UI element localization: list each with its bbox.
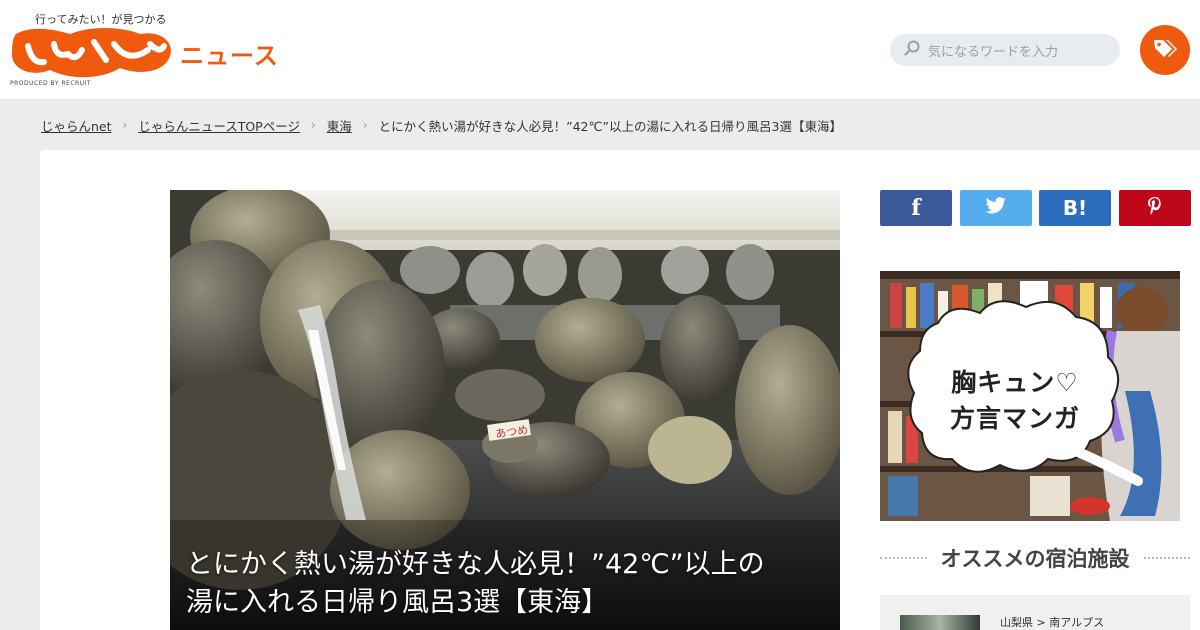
tags-button[interactable] — [1140, 25, 1190, 75]
chevron-right-icon: › — [310, 118, 316, 132]
chevron-right-icon: › — [122, 118, 128, 132]
hatena-icon: B! — [1062, 196, 1088, 220]
breadcrumb-current: とにかく熱い湯が好きな人必見！”42℃”以上の湯に入れる日帰り風呂3選【東海】 — [378, 118, 842, 134]
recommended-lodging-heading: オススメの宿泊施設 — [880, 543, 1190, 573]
pinterest-icon — [1146, 196, 1164, 220]
search-box[interactable]: 気になるワードを入力 — [890, 34, 1120, 66]
lodging-thumbnail[interactable] — [900, 615, 980, 630]
hatena-bookmark-button[interactable]: B! — [1039, 190, 1111, 226]
facebook-share-button[interactable]: f — [880, 190, 952, 226]
divider — [880, 557, 927, 559]
breadcrumb-link-tokai[interactable]: 東海 — [327, 116, 352, 135]
search-icon — [904, 40, 920, 60]
hero-image[interactable]: あつめ とにかく熱い湯が好きな人必見！”42℃”以上の 湯に入れる日帰り風呂3選… — [170, 190, 840, 630]
banner-line-2: 方言マンガ — [949, 404, 1080, 433]
site-header: 行ってみたい！が見つかる ニュース PRODUCED BY RECRUIT 気に… — [0, 0, 1200, 99]
dialect-manga-banner[interactable]: 胸キュン♡ 方言マンガ — [880, 271, 1180, 521]
banner-line-1: 胸キュン♡ — [951, 368, 1079, 397]
breadcrumb: じゃらんnet › じゃらんニュースTOPページ › 東海 › とにかく熱い湯が… — [41, 116, 842, 135]
chevron-right-icon: › — [362, 118, 368, 132]
search-input[interactable]: 気になるワードを入力 — [928, 41, 1058, 60]
facebook-icon: f — [911, 195, 921, 221]
twitter-share-button[interactable] — [960, 190, 1032, 226]
lodging-location[interactable]: 山梨県 > 南アルプス — [1000, 614, 1104, 630]
breadcrumb-link-news-top[interactable]: じゃらんニュースTOPページ — [138, 116, 300, 135]
pinterest-share-button[interactable] — [1119, 190, 1191, 226]
logo-news-text: ニュース — [180, 42, 279, 70]
article-title-line-2: 湯に入れる日帰り風呂3選【東海】 — [186, 587, 609, 618]
divider — [1143, 557, 1190, 559]
breadcrumb-link-jalan[interactable]: じゃらんnet — [41, 116, 112, 135]
article-title-line-1: とにかく熱い湯が好きな人必見！”42℃”以上の — [186, 549, 765, 580]
tag-icon — [1152, 37, 1178, 63]
produced-by-recruit: PRODUCED BY RECRUIT — [10, 80, 92, 87]
recommended-lodging-item[interactable]: 山梨県 > 南アルプス — [880, 595, 1190, 630]
article-title: とにかく熱い湯が好きな人必見！”42℃”以上の 湯に入れる日帰り風呂3選【東海】 — [186, 546, 826, 622]
section-title: オススメの宿泊施設 — [940, 547, 1130, 571]
jalan-logo[interactable] — [10, 24, 175, 80]
twitter-icon — [985, 197, 1007, 219]
